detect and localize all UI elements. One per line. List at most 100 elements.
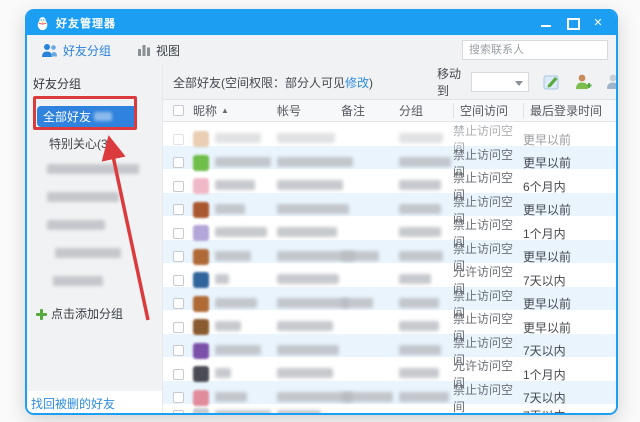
plus-icon xyxy=(35,308,47,320)
redacted-nickname xyxy=(215,368,231,378)
avatar xyxy=(193,342,209,359)
close-icon[interactable]: ✕ xyxy=(592,17,604,29)
minimize-icon[interactable] xyxy=(540,17,552,29)
edit-icon[interactable] xyxy=(543,73,563,91)
row-checkbox[interactable] xyxy=(173,180,184,192)
redacted-group xyxy=(399,250,443,261)
column-header-space-access[interactable]: 空间访问 xyxy=(453,103,523,118)
avatar xyxy=(193,154,209,171)
redacted-remark xyxy=(341,297,373,308)
redacted-group-name xyxy=(47,220,105,230)
summary-prefix: 全部好友(空间权限：部分人可见 xyxy=(173,75,345,90)
table-row[interactable]: 禁止访问空间 7天以内 xyxy=(163,333,616,367)
move-to-dropdown[interactable] xyxy=(471,72,530,92)
add-group-button[interactable]: 点击添加分组 xyxy=(27,296,162,322)
view-bars-icon xyxy=(138,45,151,56)
table-row[interactable]: 允许访问空间 7天以内 xyxy=(163,263,616,296)
avatar xyxy=(193,201,209,218)
redacted-nickname xyxy=(215,156,271,167)
redacted-group xyxy=(399,156,451,167)
table-row[interactable]: 允许访问空间 1个月内 xyxy=(163,357,616,390)
sidebar-group-item[interactable] xyxy=(27,184,162,212)
redacted-account xyxy=(277,344,339,355)
row-checkbox[interactable] xyxy=(173,345,184,356)
avatar xyxy=(193,272,209,288)
tab-view[interactable]: 视图 xyxy=(137,42,180,59)
avatar xyxy=(193,178,209,194)
sidebar-group-item[interactable] xyxy=(27,156,162,184)
avatar xyxy=(193,319,209,335)
column-header-nickname[interactable]: 昵称 ▲ xyxy=(193,102,277,119)
row-checkbox[interactable] xyxy=(173,368,184,380)
row-checkbox[interactable] xyxy=(173,298,184,309)
tab-friend-groups[interactable]: 好友分组 xyxy=(41,42,111,59)
redacted-group-name xyxy=(47,192,119,202)
friend-manager-window: 好友管理器 ✕ 好友分组 视图 搜索联系人 好友分组 全部好友 特别关心(3) … xyxy=(25,9,618,415)
redacted-account xyxy=(277,409,321,413)
last-login-value: 6个月内 xyxy=(523,179,566,194)
row-checkbox[interactable] xyxy=(173,321,184,333)
redacted-nickname xyxy=(215,297,257,308)
avatar xyxy=(193,131,209,147)
column-header-remark[interactable]: 备注 xyxy=(341,102,399,119)
table-row[interactable]: 禁止访问空间 更早以前 xyxy=(163,286,616,320)
search-input[interactable] xyxy=(462,40,608,60)
table-row[interactable]: 禁止访问空间 7天以内 xyxy=(163,380,616,413)
column-header-last-login[interactable]: 最后登录时间 xyxy=(523,103,616,118)
move-to-label: 移动到 xyxy=(437,67,462,98)
friends-group-icon xyxy=(42,43,57,57)
last-login-value: 更早以前 xyxy=(523,297,572,311)
permission-summary: 全部好友(空间权限：部分人可见修改) xyxy=(173,74,373,91)
sort-asc-icon: ▲ xyxy=(221,106,229,115)
nickname-header-label: 昵称 xyxy=(193,104,218,118)
recover-deleted-friends-link[interactable]: 找回被删的好友 xyxy=(27,395,115,412)
sidebar-item-all-friends[interactable]: 全部好友 xyxy=(37,106,137,127)
toolbar: 好友分组 视图 xyxy=(27,35,616,65)
table-row[interactable]: 禁止访问空间 1个月内 xyxy=(163,216,616,249)
friend-groups-label: 好友分组 xyxy=(63,43,112,58)
row-checkbox[interactable] xyxy=(173,251,184,262)
row-checkbox[interactable] xyxy=(173,227,184,239)
row-checkbox[interactable] xyxy=(173,133,184,145)
column-header-account[interactable]: 帐号 xyxy=(277,102,341,119)
manage-friend-icon[interactable] xyxy=(605,73,616,91)
table-row[interactable]: 禁止访问空间 更早以前 xyxy=(163,239,616,273)
sidebar-group-item[interactable] xyxy=(27,268,162,296)
sidebar-group-list xyxy=(27,156,162,296)
redacted-remark xyxy=(341,391,393,402)
avatar xyxy=(193,407,209,413)
table-row[interactable]: 禁止访问空间 更早以前 xyxy=(163,122,616,155)
redacted-group xyxy=(399,391,449,402)
redacted-group xyxy=(399,321,439,331)
avatar xyxy=(193,295,209,312)
column-header-group[interactable]: 分组 xyxy=(399,102,453,119)
sidebar-group-item[interactable] xyxy=(27,212,162,240)
row-checkbox[interactable] xyxy=(173,204,184,215)
redacted-group xyxy=(399,368,439,378)
row-checkbox[interactable] xyxy=(173,157,184,168)
row-checkbox[interactable] xyxy=(173,410,184,413)
avatar xyxy=(193,225,209,241)
select-all-checkbox[interactable] xyxy=(173,105,184,116)
row-checkbox[interactable] xyxy=(173,392,184,403)
summary-suffix: ) xyxy=(369,75,374,90)
row-checkbox[interactable] xyxy=(173,274,184,286)
add-friend-icon[interactable] xyxy=(574,73,594,91)
redacted-account xyxy=(277,227,337,237)
table-row[interactable]: 禁止访问空间 更早以前 xyxy=(163,310,616,343)
maximize-icon[interactable] xyxy=(566,17,580,30)
last-login-value: 更早以前 xyxy=(523,250,572,264)
table-row[interactable]: 禁止访问空间 6个月内 xyxy=(163,169,616,202)
sidebar-group-item[interactable] xyxy=(27,240,162,268)
table-row[interactable]: 禁止访问空间 更早以前 xyxy=(163,145,616,179)
table-row[interactable]: 禁止访问空间 更早以前 xyxy=(163,192,616,226)
redacted-account xyxy=(277,133,335,143)
redacted-nickname xyxy=(215,180,255,190)
chevron-down-icon xyxy=(515,81,524,86)
sidebar-item-special-care[interactable]: 特别关心(3) xyxy=(27,127,162,156)
last-login-value: 7天以内 xyxy=(523,344,566,358)
modify-permission-link[interactable]: 修改 xyxy=(345,76,369,90)
redacted-nickname xyxy=(215,250,251,261)
redacted-nickname xyxy=(215,321,241,331)
window-title: 好友管理器 xyxy=(56,18,116,30)
